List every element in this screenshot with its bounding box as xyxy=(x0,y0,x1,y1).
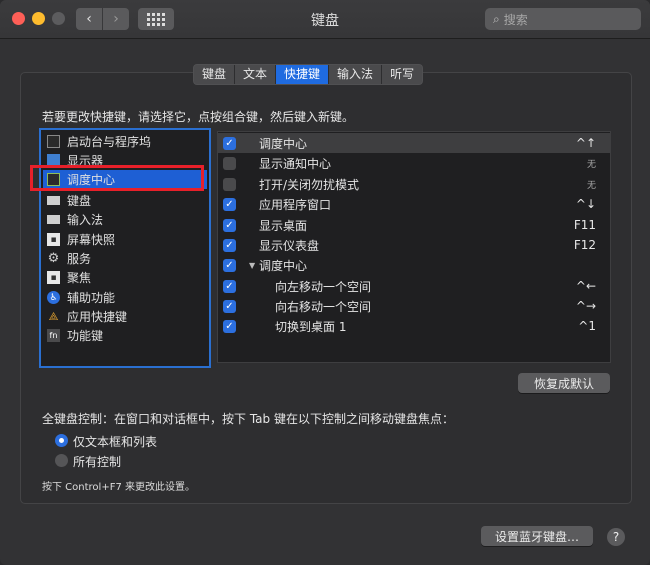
shortcut-row[interactable]: 打开/关闭勿扰模式 无 xyxy=(218,174,610,194)
category-label: 屏幕快照 xyxy=(67,233,116,247)
keyboard-icon xyxy=(47,196,60,205)
shortcut-key[interactable]: ^→ xyxy=(576,299,596,313)
app-shortcuts-icon: ⟁ xyxy=(48,309,59,323)
tab-keyboard[interactable]: 键盘 xyxy=(194,65,236,84)
restore-defaults-button[interactable]: 恢复成默认 xyxy=(518,373,610,393)
tab-input-sources[interactable]: 输入法 xyxy=(329,65,383,84)
shortcut-label: 显示通知中心 xyxy=(259,156,332,171)
shortcut-label: 显示仪表盘 xyxy=(259,238,320,253)
shortcut-label: 向右移动一个空间 xyxy=(275,299,372,314)
radio-label: 仅文本框和列表 xyxy=(73,435,158,449)
shortcut-label: 切换到桌面 1 xyxy=(275,319,347,334)
shortcut-key[interactable]: 无 xyxy=(587,157,596,170)
checkbox[interactable]: ✓ xyxy=(223,319,236,333)
category-function-keys[interactable]: fn 功能键 xyxy=(47,326,203,345)
search-placeholder: 搜索 xyxy=(503,12,528,27)
help-button[interactable]: ? xyxy=(607,528,625,546)
category-input-sources[interactable]: 输入法 xyxy=(47,210,203,229)
keyboard-preferences-window: ‹ › 键盘 ⌕ 搜索 键盘 文本 快捷键 输入法 听写 若要更改快捷键，请选择… xyxy=(0,0,650,565)
shortcut-label: 调度中心 xyxy=(259,136,308,151)
instruction-text: 若要更改快捷键，请选择它，点按组合键，然后键入新键。 xyxy=(42,110,355,124)
radio-all-controls[interactable] xyxy=(55,454,68,467)
control-f7-note: 按下 Control+F7 来更改此设置。 xyxy=(42,482,195,493)
fn-icon: fn xyxy=(47,329,60,342)
search-field[interactable]: ⌕ 搜索 xyxy=(485,8,641,30)
shortcut-row[interactable]: ✓ 切换到桌面 1 ^1 xyxy=(218,316,610,336)
checkbox[interactable]: ✓ xyxy=(223,279,236,293)
category-label: 辅助功能 xyxy=(67,291,116,305)
shortcut-key[interactable]: ^1 xyxy=(578,319,596,333)
shortcut-row[interactable]: 显示通知中心 无 xyxy=(218,153,610,173)
category-label: 服务 xyxy=(67,252,92,266)
shortcut-label: 显示桌面 xyxy=(259,218,308,233)
screenshot-icon: ▪ xyxy=(47,233,60,246)
spotlight-icon: ▪ xyxy=(47,271,60,284)
title-bar: ‹ › 键盘 ⌕ 搜索 xyxy=(0,0,650,39)
checkbox[interactable]: ✓ xyxy=(223,258,236,272)
tab-dictation[interactable]: 听写 xyxy=(382,65,422,84)
accessibility-icon: ♿ xyxy=(47,291,60,304)
shortcut-row[interactable]: ✓ 向右移动一个空间 ^→ xyxy=(218,296,610,316)
category-label: 应用快捷键 xyxy=(67,310,128,324)
setup-bluetooth-keyboard-button[interactable]: 设置蓝牙键盘… xyxy=(481,526,593,546)
search-icon: ⌕ xyxy=(493,11,500,26)
shortcut-group-row[interactable]: ✓ ▼ 调度中心 xyxy=(218,255,610,275)
checkbox[interactable]: ✓ xyxy=(223,197,236,211)
radio-text-boxes-and-lists[interactable] xyxy=(55,434,68,447)
checkbox[interactable]: ✓ xyxy=(223,299,236,313)
category-spotlight[interactable]: ▪ 聚焦 xyxy=(47,268,203,287)
category-keyboard[interactable]: 键盘 xyxy=(47,191,203,210)
category-services[interactable]: ⚙ 服务 xyxy=(47,249,203,268)
shortcut-key[interactable]: 无 xyxy=(587,178,596,191)
launchpad-icon xyxy=(47,135,60,148)
category-accessibility[interactable]: ♿ 辅助功能 xyxy=(47,288,203,307)
category-label: 聚焦 xyxy=(67,271,92,285)
category-label: 输入法 xyxy=(67,213,104,227)
checkbox[interactable]: ✓ xyxy=(223,218,236,232)
checkbox[interactable] xyxy=(223,177,236,191)
category-list[interactable]: 启动台与程序坞 显示器 调度中心 键盘 输入法 ▪ 屏幕快照 ⚙ 服务 ▪ 聚焦 xyxy=(39,128,211,368)
shortcut-row[interactable]: ✓ 显示仪表盘 F12 xyxy=(218,235,610,255)
shortcut-label: 打开/关闭勿扰模式 xyxy=(259,177,360,192)
category-label: 功能键 xyxy=(67,329,104,343)
shortcut-key[interactable]: ^↓ xyxy=(576,197,596,211)
highlight-annotation-box xyxy=(30,165,204,191)
shortcuts-table[interactable]: ✓ 调度中心 ^↑ 显示通知中心 无 打开/关闭勿扰模式 无 ✓ 应用程序窗口 … xyxy=(217,131,611,363)
full-keyboard-access-label: 全键盘控制：在窗口和对话框中，按下 Tab 键在以下控制之间移动键盘焦点： xyxy=(42,412,454,426)
disclosure-triangle-icon[interactable]: ▼ xyxy=(249,261,255,270)
shortcut-key[interactable]: ^← xyxy=(576,279,596,293)
shortcut-key[interactable]: ^↑ xyxy=(576,136,596,150)
input-source-icon xyxy=(47,215,60,224)
shortcut-row[interactable]: ✓ 向左移动一个空间 ^← xyxy=(218,276,610,296)
checkbox[interactable]: ✓ xyxy=(223,136,236,150)
shortcut-row[interactable]: ✓ 显示桌面 F11 xyxy=(218,215,610,235)
shortcut-row[interactable]: ✓ 应用程序窗口 ^↓ xyxy=(218,194,610,214)
shortcut-key[interactable]: F11 xyxy=(574,218,596,232)
tab-shortcuts[interactable]: 快捷键 xyxy=(276,65,330,84)
shortcut-label: 应用程序窗口 xyxy=(259,197,332,212)
checkbox[interactable] xyxy=(223,156,236,170)
radio-label: 所有控制 xyxy=(73,455,122,469)
shortcut-label: 向左移动一个空间 xyxy=(275,279,372,294)
gear-icon: ⚙ xyxy=(47,251,60,266)
tab-bar: 键盘 文本 快捷键 输入法 听写 xyxy=(193,64,424,85)
category-label: 键盘 xyxy=(67,194,92,208)
shortcut-row[interactable]: ✓ 调度中心 ^↑ xyxy=(218,133,610,153)
shortcut-key[interactable]: F12 xyxy=(574,238,596,252)
category-screenshots[interactable]: ▪ 屏幕快照 xyxy=(47,230,203,249)
category-label: 启动台与程序坞 xyxy=(67,135,152,149)
tab-text[interactable]: 文本 xyxy=(235,65,277,84)
category-app-shortcuts[interactable]: ⟁ 应用快捷键 xyxy=(47,307,203,326)
category-launchpad[interactable]: 启动台与程序坞 xyxy=(47,132,203,151)
checkbox[interactable]: ✓ xyxy=(223,238,236,252)
shortcut-label: 调度中心 xyxy=(259,258,308,273)
